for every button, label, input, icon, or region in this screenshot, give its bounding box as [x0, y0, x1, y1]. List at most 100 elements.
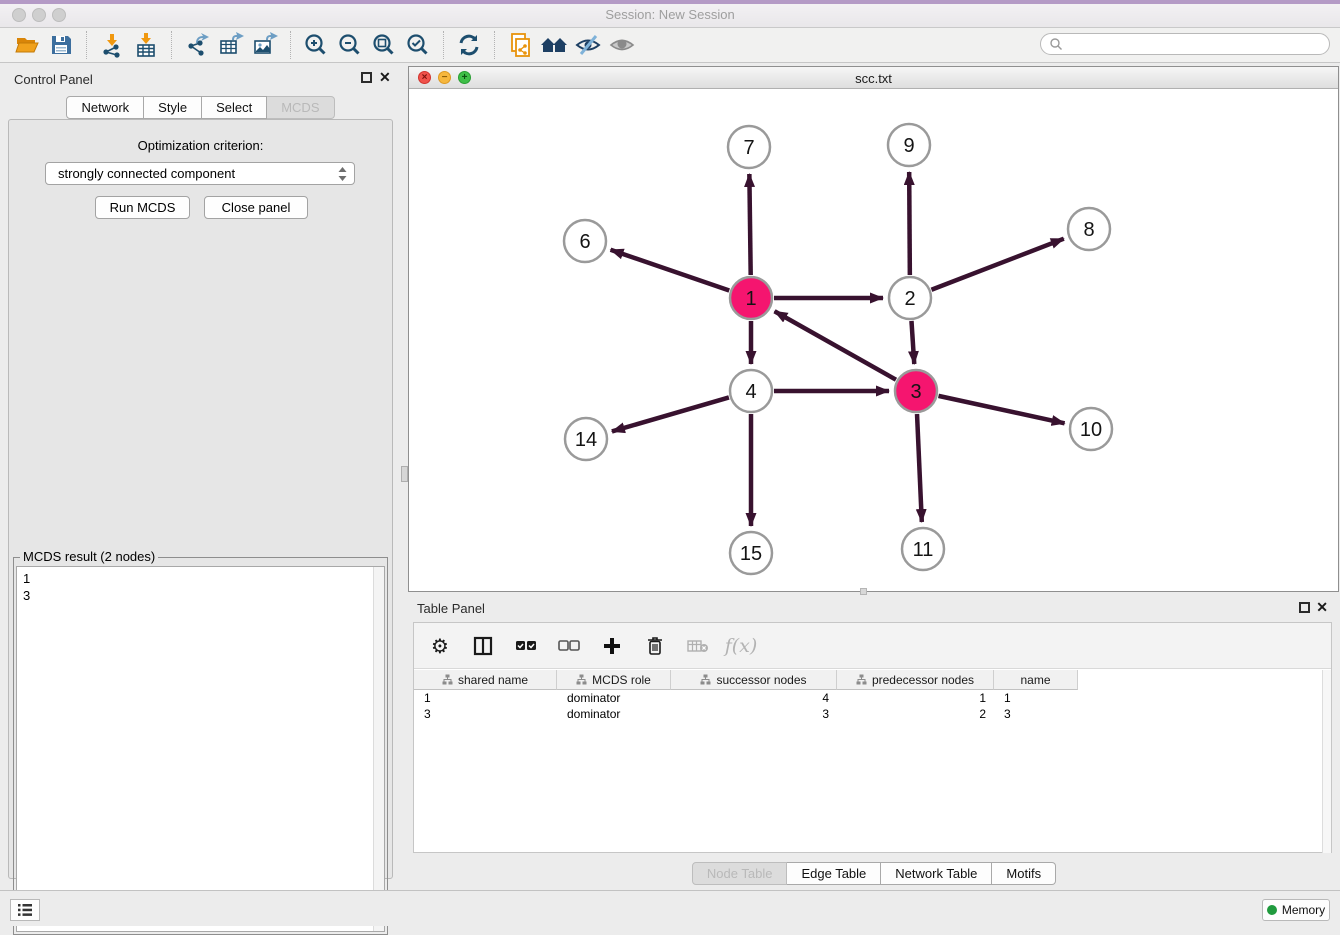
- graph-edges[interactable]: [611, 172, 1065, 526]
- column-header-MCDS-role[interactable]: MCDS role: [557, 670, 671, 690]
- close-panel-icon[interactable]: ✕: [379, 69, 391, 86]
- graph-node-label: 10: [1080, 419, 1102, 441]
- table-cell[interactable]: 2: [837, 706, 994, 722]
- vertical-splitter[interactable]: [401, 63, 408, 882]
- search-input[interactable]: [1063, 37, 1329, 51]
- table-row[interactable]: 3dominator323: [414, 706, 1331, 722]
- network-window-titlebar[interactable]: × − + scc.txt: [409, 67, 1338, 89]
- table-cell[interactable]: 3: [414, 706, 557, 722]
- tab-network[interactable]: Network: [66, 96, 144, 119]
- task-history-button[interactable]: [10, 899, 40, 921]
- unselect-all-columns-icon[interactable]: [555, 632, 583, 660]
- table-cell[interactable]: 3: [994, 706, 1078, 722]
- column-header-label: successor nodes: [716, 673, 806, 687]
- export-image-icon[interactable]: [248, 30, 282, 60]
- columns-icon[interactable]: [469, 632, 497, 660]
- column-header-predecessor-nodes[interactable]: predecessor nodes: [837, 670, 994, 690]
- zoom-out-icon[interactable]: [333, 30, 367, 60]
- zoom-fit-icon[interactable]: [367, 30, 401, 60]
- duplicate-network-icon[interactable]: [503, 30, 537, 60]
- memory-label: Memory: [1282, 903, 1325, 917]
- table-cell[interactable]: 1: [994, 690, 1078, 706]
- table-scrollbar[interactable]: [1322, 670, 1331, 853]
- hide-details-eye-slash-icon[interactable]: [571, 30, 605, 60]
- delete-column-icon[interactable]: [641, 632, 669, 660]
- window-title: Session: New Session: [0, 7, 1340, 22]
- add-column-icon[interactable]: [598, 632, 626, 660]
- run-mcds-button[interactable]: Run MCDS: [95, 196, 190, 219]
- criterion-select[interactable]: strongly connected component: [45, 162, 355, 185]
- table-row[interactable]: 1dominator411: [414, 690, 1331, 706]
- graph-edge-2-3[interactable]: [911, 321, 914, 364]
- graph-svg: 1234678910111415: [409, 89, 1338, 591]
- graph-node-label: 8: [1083, 219, 1094, 241]
- table-cell[interactable]: dominator: [557, 690, 671, 706]
- show-details-eye-icon[interactable]: [605, 30, 639, 60]
- column-header-shared-name[interactable]: shared name: [414, 670, 557, 690]
- tab-node-table[interactable]: Node Table: [692, 862, 788, 885]
- splitter-thumb[interactable]: [401, 466, 408, 482]
- tab-motifs[interactable]: Motifs: [992, 862, 1056, 885]
- table-cell[interactable]: 4: [671, 690, 837, 706]
- window-resize-grip[interactable]: [860, 588, 867, 595]
- memory-button[interactable]: Memory: [1262, 899, 1330, 921]
- graph-edge-3-1[interactable]: [775, 311, 896, 379]
- search-field[interactable]: [1040, 33, 1330, 55]
- graph-edge-2-9[interactable]: [909, 172, 910, 275]
- table-body: 1dominator4113dominator323: [414, 690, 1331, 722]
- open-session-icon[interactable]: [10, 30, 44, 60]
- graph-edge-1-7[interactable]: [749, 174, 750, 275]
- graph-node-label: 14: [575, 429, 597, 451]
- table-cell[interactable]: 1: [414, 690, 557, 706]
- select-all-columns-icon[interactable]: [512, 632, 540, 660]
- column-header-label: MCDS role: [592, 673, 651, 687]
- tab-select[interactable]: Select: [202, 96, 267, 119]
- criterion-value: strongly connected component: [58, 166, 235, 181]
- network-view-window: × − + scc.txt 1234678910111415: [408, 66, 1339, 592]
- refresh-icon[interactable]: [452, 30, 486, 60]
- float-panel-icon[interactable]: [361, 72, 372, 83]
- float-table-panel-icon[interactable]: [1299, 602, 1310, 613]
- table-cell[interactable]: dominator: [557, 706, 671, 722]
- save-session-icon[interactable]: [44, 30, 78, 60]
- table-panel: Table Panel ✕ ⚙ f(x) shared: [408, 595, 1340, 884]
- column-header-name[interactable]: name: [994, 670, 1078, 690]
- mcds-result-scrollbar[interactable]: [373, 567, 384, 931]
- zoom-in-icon[interactable]: [299, 30, 333, 60]
- table-cell[interactable]: 1: [837, 690, 994, 706]
- gear-icon[interactable]: ⚙: [426, 632, 454, 660]
- zoom-selected-icon[interactable]: [401, 30, 435, 60]
- tab-style[interactable]: Style: [144, 96, 202, 119]
- export-network-icon[interactable]: [180, 30, 214, 60]
- table-panel-title: Table Panel: [417, 601, 485, 616]
- toolbar-separator: [290, 31, 291, 59]
- mcds-result-textbox[interactable]: 1 3: [16, 566, 385, 932]
- delete-table-icon[interactable]: [684, 632, 712, 660]
- graph-edge-2-8[interactable]: [931, 239, 1063, 290]
- tab-mcds[interactable]: MCDS: [267, 96, 334, 119]
- graph-edge-1-6[interactable]: [611, 250, 730, 291]
- graph-edge-3-10[interactable]: [938, 396, 1064, 423]
- export-table-icon[interactable]: [214, 30, 248, 60]
- close-panel-button[interactable]: Close panel: [204, 196, 308, 219]
- hierarchy-icon: [700, 674, 711, 685]
- graph-node-label: 1: [745, 288, 756, 310]
- graph-canvas[interactable]: 1234678910111415: [409, 89, 1338, 591]
- select-stepper-icon: [337, 166, 348, 182]
- tab-edge-table[interactable]: Edge Table: [787, 862, 881, 885]
- column-header-label: predecessor nodes: [872, 673, 974, 687]
- graph-edge-3-11[interactable]: [917, 414, 922, 522]
- function-builder-icon[interactable]: f(x): [727, 632, 755, 660]
- import-network-icon[interactable]: [95, 30, 129, 60]
- houses-icon[interactable]: [537, 30, 571, 60]
- close-table-panel-icon[interactable]: ✕: [1316, 599, 1328, 616]
- column-header-successor-nodes[interactable]: successor nodes: [671, 670, 837, 690]
- import-table-icon[interactable]: [129, 30, 163, 60]
- graph-edge-4-14[interactable]: [612, 397, 729, 431]
- table-cell[interactable]: 3: [671, 706, 837, 722]
- tab-network-table[interactable]: Network Table: [881, 862, 992, 885]
- table-tabs: Node TableEdge TableNetwork TableMotifs: [408, 862, 1340, 885]
- graph-node-label: 6: [579, 231, 590, 253]
- optimization-criterion-label: Optimization criterion:: [9, 138, 392, 153]
- hierarchy-icon: [442, 674, 453, 685]
